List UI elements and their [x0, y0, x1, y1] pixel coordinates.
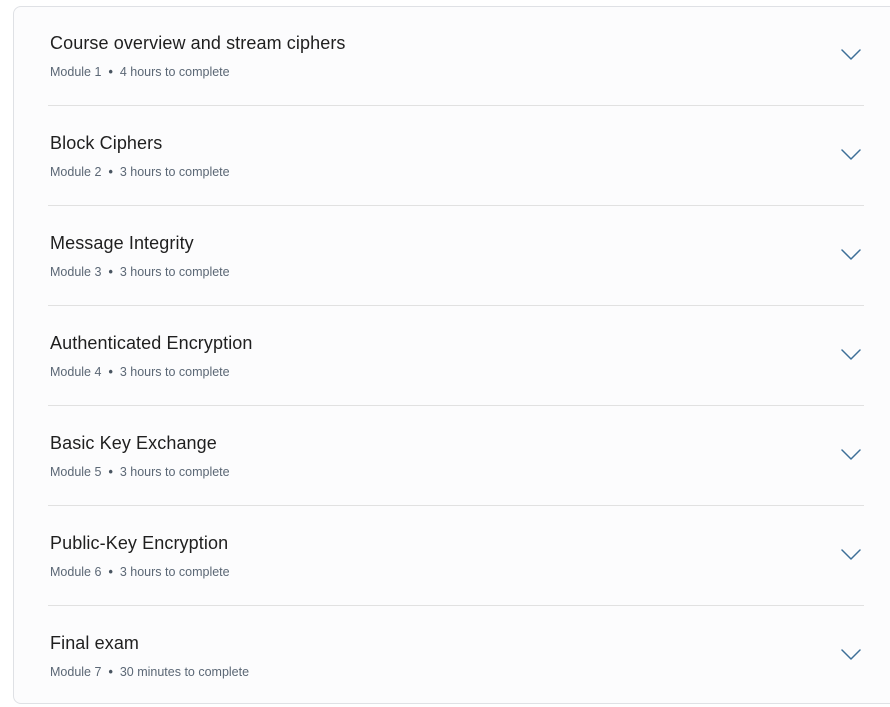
module-item-4[interactable]: Authenticated Encryption Module 4 • 3 hour…: [48, 306, 864, 406]
module-duration: 30 minutes to complete: [119, 665, 250, 679]
module-meta: Module 4 • 3 hours to complete: [50, 365, 230, 379]
module-number: Module 3: [50, 265, 102, 279]
meta-separator: •: [108, 665, 113, 679]
module-title: Authenticated Encryption: [50, 333, 253, 353]
module-item-3[interactable]: Message Integrity Module 3 • 3 hours to co…: [48, 206, 864, 306]
module-item-6[interactable]: Public-Key Encryption Module 6 • 3 hours t…: [48, 506, 864, 606]
module-meta: Module 3 • 3 hours to complete: [50, 265, 230, 279]
module-duration: 3 hours to complete: [119, 365, 230, 379]
meta-separator: •: [108, 165, 113, 179]
chevron-down-icon[interactable]: [841, 149, 861, 161]
module-duration: 4 hours to complete: [119, 65, 230, 79]
module-number: Module 1: [50, 65, 102, 79]
module-title: Message Integrity: [50, 233, 194, 253]
module-meta: Module 5 • 3 hours to complete: [50, 465, 230, 479]
module-title: Public-Key Encryption: [50, 533, 229, 553]
chevron-down-icon[interactable]: [841, 449, 861, 461]
module-duration: 3 hours to complete: [119, 165, 230, 179]
chevron-down-icon[interactable]: [841, 649, 861, 661]
module-meta: Module 2 • 3 hours to complete: [50, 165, 230, 179]
module-duration: 3 hours to complete: [119, 465, 230, 479]
module-meta: Module 7 • 30 minutes to complete: [50, 665, 249, 679]
chevron-down-icon[interactable]: [841, 249, 861, 261]
meta-separator: •: [108, 65, 113, 79]
module-meta: Module 1 • 4 hours to complete: [50, 65, 230, 79]
module-title: Course overview and stream ciphers: [50, 33, 346, 53]
module-title: Basic Key Exchange: [50, 433, 217, 453]
module-number: Module 2: [50, 165, 102, 179]
module-duration: 3 hours to complete: [119, 565, 230, 579]
module-duration: 3 hours to complete: [119, 265, 230, 279]
module-item-1[interactable]: Course overview and stream ciphers Modul…: [48, 6, 864, 106]
module-number: Module 4: [50, 365, 102, 379]
module-item-5[interactable]: Basic Key Exchange Module 5 • 3 hours to c…: [48, 406, 864, 506]
module-number: Module 7: [50, 665, 102, 679]
module-title: Final exam: [50, 633, 140, 653]
module-list: Course overview and stream ciphers Modul…: [48, 6, 864, 706]
chevron-down-icon[interactable]: [841, 349, 861, 361]
meta-separator: •: [108, 365, 113, 379]
chevron-down-icon[interactable]: [841, 49, 861, 61]
chevron-down-icon[interactable]: [841, 549, 861, 561]
meta-separator: •: [108, 565, 113, 579]
module-title: Block Ciphers: [50, 133, 163, 153]
module-meta: Module 6 • 3 hours to complete: [50, 565, 230, 579]
meta-separator: •: [108, 465, 113, 479]
module-item-2[interactable]: Block Ciphers Module 2 • 3 hours to comple…: [48, 106, 864, 206]
meta-separator: •: [108, 265, 113, 279]
module-number: Module 6: [50, 565, 102, 579]
module-item-7[interactable]: Final exam Module 7 • 30 minutes to comple…: [48, 606, 864, 706]
module-number: Module 5: [50, 465, 102, 479]
